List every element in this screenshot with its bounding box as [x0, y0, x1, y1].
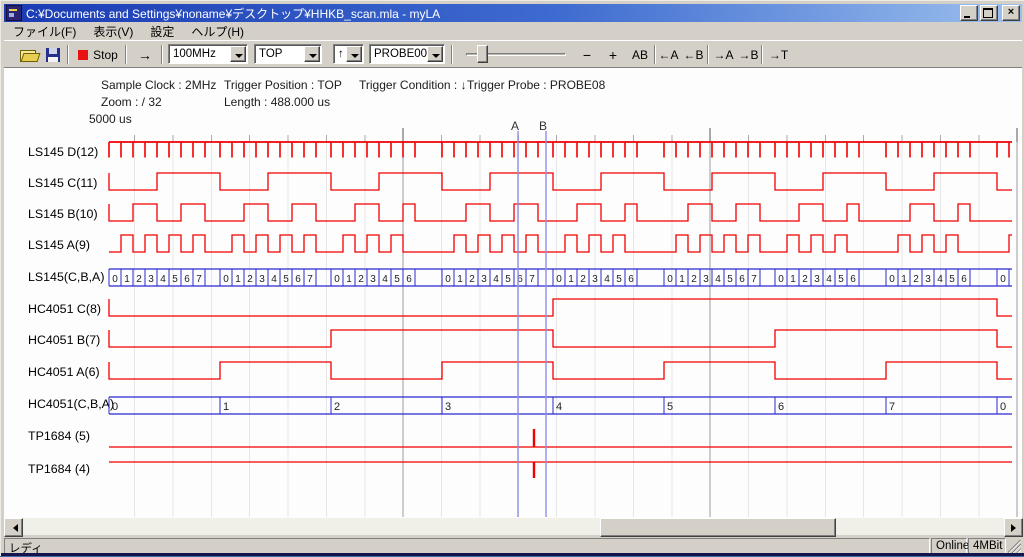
- app-window: C:¥Documents and Settings¥noname¥デスクトップ¥…: [0, 0, 1024, 556]
- toolbar-separator: [761, 45, 763, 64]
- menu-bar: ファイル(F) 表示(V) 設定 ヘルプ(H): [4, 22, 1022, 40]
- toolbar-separator: [654, 45, 656, 64]
- horizontal-scrollbar[interactable]: [4, 518, 1022, 535]
- window-title: C:¥Documents and Settings¥noname¥デスクトップ¥…: [26, 5, 440, 22]
- status-bar: レディ Online 4MBit: [4, 537, 1022, 554]
- menu-help[interactable]: ヘルプ(H): [182, 21, 252, 42]
- ab-button[interactable]: AB: [627, 44, 653, 65]
- stop-button[interactable]: Stop: [73, 44, 123, 65]
- goto-cursor-a-button[interactable]: ←A: [657, 44, 680, 65]
- run-button[interactable]: →: [129, 44, 161, 65]
- trigger-probe-combobox[interactable]: PROBE00: [369, 44, 445, 64]
- waveform-client-area[interactable]: [4, 68, 1022, 518]
- trigger-position-value: TOP: [259, 48, 282, 60]
- toolbar: Stop → 100MHz TOP ↑ PROBE00 − + AB ←A ←B: [4, 40, 1022, 68]
- channel-label: LS145 C(11): [28, 176, 97, 190]
- goto-trigger-button[interactable]: →T: [767, 44, 790, 65]
- resize-grip-icon[interactable]: [1008, 540, 1021, 553]
- set-cursor-a-button[interactable]: →A: [712, 44, 735, 65]
- trigger-probe-value: PROBE00: [374, 48, 427, 60]
- info-length: Length : 488.000 us: [224, 95, 330, 109]
- chevron-down-icon[interactable]: [230, 46, 246, 62]
- chevron-down-icon[interactable]: [346, 46, 362, 62]
- zoom-slider-handle[interactable]: [477, 45, 488, 63]
- minimize-icon[interactable]: [960, 5, 978, 21]
- maximize-icon[interactable]: [980, 5, 998, 21]
- stop-square-icon: [78, 50, 88, 60]
- arrow-left-icon[interactable]: [4, 518, 23, 537]
- set-cursor-b-button[interactable]: →B: [737, 44, 760, 65]
- folder-open-icon: [20, 48, 40, 61]
- info-sample-clock: Sample Clock : 2MHz: [101, 78, 216, 92]
- trigger-edge-combobox[interactable]: ↑: [333, 44, 364, 64]
- toolbar-separator: [67, 45, 69, 64]
- zoom-in-button[interactable]: +: [602, 44, 624, 65]
- info-trigger-probe: Trigger Probe : PROBE08: [467, 78, 605, 92]
- info-trigger-position: Trigger Position : TOP: [224, 78, 342, 92]
- title-bar[interactable]: C:¥Documents and Settings¥noname¥デスクトップ¥…: [4, 4, 1022, 22]
- toolbar-separator: [451, 45, 453, 64]
- zoom-out-button[interactable]: −: [576, 44, 598, 65]
- channel-label: LS145(C,B,A): [28, 270, 104, 284]
- chevron-down-icon[interactable]: [427, 46, 443, 62]
- toolbar-separator: [707, 45, 709, 64]
- chevron-down-icon[interactable]: [304, 46, 320, 62]
- menu-file[interactable]: ファイル(F): [4, 21, 84, 42]
- menu-view[interactable]: 表示(V): [84, 21, 141, 42]
- open-file-button[interactable]: [16, 44, 44, 65]
- channel-label: HC4051 A(6): [28, 365, 100, 379]
- channel-label: TP1684 (5): [28, 429, 90, 443]
- stop-label: Stop: [93, 48, 118, 62]
- arrow-right-icon[interactable]: [1004, 518, 1023, 537]
- info-trigger-condition: Trigger Condition : ↓: [359, 78, 467, 92]
- channel-label: LS145 A(9): [28, 238, 90, 252]
- goto-cursor-b-button[interactable]: ←B: [682, 44, 705, 65]
- sample-clock-value: 100MHz: [173, 48, 216, 60]
- app-icon: [6, 5, 22, 21]
- menu-settings[interactable]: 設定: [141, 21, 182, 42]
- trigger-position-combobox[interactable]: TOP: [254, 44, 322, 64]
- toolbar-separator: [125, 45, 127, 64]
- scrollbar-thumb[interactable]: [600, 518, 836, 537]
- floppy-save-icon: [46, 48, 60, 62]
- sample-clock-combobox[interactable]: 100MHz: [168, 44, 248, 64]
- channel-label: TP1684 (4): [28, 462, 90, 476]
- channel-label: LS145 B(10): [28, 207, 98, 221]
- channel-label: HC4051(C,B,A): [28, 397, 114, 411]
- close-icon[interactable]: ×: [1002, 5, 1020, 21]
- info-zoom: Zoom : / 32: [101, 95, 162, 109]
- channel-label: LS145 D(12): [28, 145, 98, 159]
- toolbar-separator: [161, 45, 163, 64]
- trigger-edge-value: ↑: [338, 48, 344, 60]
- channel-label: HC4051 C(8): [28, 302, 101, 316]
- channel-label: HC4051 B(7): [28, 333, 100, 347]
- time-scale-label: 5000 us: [89, 112, 132, 126]
- save-file-button[interactable]: [41, 44, 65, 65]
